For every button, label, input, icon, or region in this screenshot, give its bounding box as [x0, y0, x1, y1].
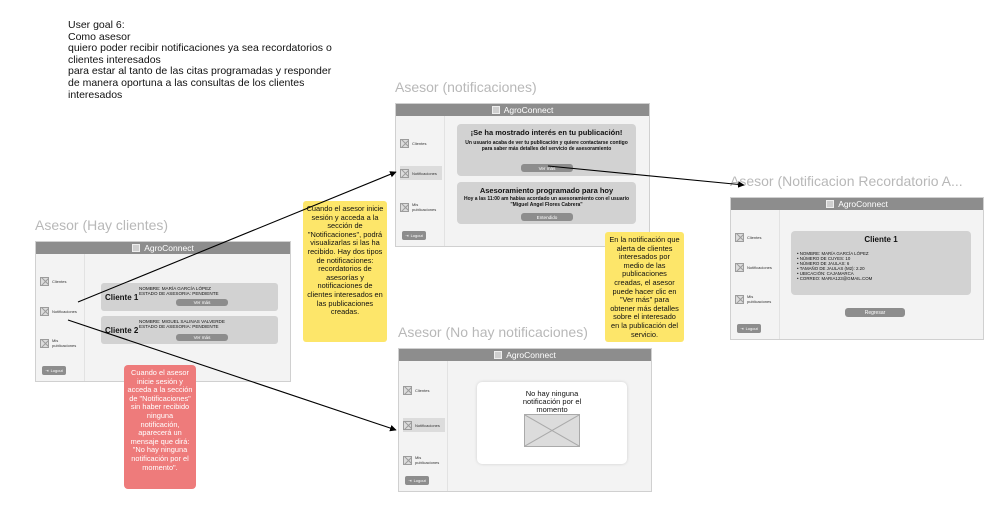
app-header: AgroConnect — [36, 242, 290, 254]
placeholder-image-icon — [400, 168, 409, 178]
placeholder-image-icon — [40, 338, 49, 348]
sidebar-item-publications[interactable]: Mis publicaciones — [403, 453, 445, 467]
sidebar-item-publications[interactable]: Mis publicaciones — [400, 200, 442, 214]
frame-title-recordatorio: Asesor (Notificacion Recordatorio A... — [730, 173, 963, 189]
app-header: AgroConnect — [396, 104, 649, 116]
sidebar: Clientes Notificaciones Mis publicacione… — [731, 210, 780, 339]
app-logo-icon — [491, 106, 500, 114]
notification-card-interest: ¡Se ha mostrado interés en tu publicació… — [457, 124, 636, 176]
app-name: AgroConnect — [144, 243, 194, 253]
user-goal-line: interesados — [68, 88, 123, 101]
annotation-note: En la notificación que alerta de cliente… — [605, 232, 684, 342]
logout-icon: ⇥ — [405, 233, 409, 238]
sidebar-item-publications[interactable]: Mis publicaciones — [735, 292, 777, 306]
see-more-button[interactable]: Ver más — [176, 334, 228, 341]
app-logo-icon — [494, 351, 503, 359]
sidebar: Clientes Notificaciones Mis publicacione… — [36, 254, 85, 381]
sidebar: Clientes Notificaciones Mis publicacione… — [399, 361, 448, 491]
client-status: ESTADO DE ASESORIA: PENDIENTE — [139, 291, 219, 297]
frame-title-notificaciones: Asesor (notificaciones) — [395, 79, 537, 95]
frame-no-hay: AgroConnect Clientes Notificaciones Mis … — [398, 348, 652, 492]
sidebar-item-publications[interactable]: Mis publicaciones — [40, 336, 82, 350]
client-status: ESTADO DE ASESORIA: PENDIENTE — [139, 324, 219, 330]
placeholder-image-icon — [40, 306, 49, 316]
frame-notificaciones: AgroConnect Clientes Notificaciones Mis … — [395, 103, 650, 247]
app-name: AgroConnect — [506, 350, 556, 360]
logout-button[interactable]: ⇥ Logout — [42, 366, 66, 375]
sidebar-item-clients[interactable]: Clientes — [403, 383, 445, 397]
sidebar: Clientes Notificaciones Mis publicacione… — [396, 116, 445, 246]
notification-body: Un usuario acaba de ver tu publicación y… — [465, 140, 628, 152]
annotation-note: Cuando el asesor inicie sesión y acceda … — [303, 201, 387, 342]
notification-card-reminder: Asesoramiento programado para hoy Hoy a … — [457, 182, 636, 224]
logout-button[interactable]: ⇥ Logout — [405, 476, 429, 485]
placeholder-image-icon — [735, 232, 744, 242]
back-button[interactable]: Regresar — [845, 308, 905, 317]
frame-title-hay-clientes: Asesor (Hay clientes) — [35, 217, 169, 233]
frame-recordatorio: AgroConnect Clientes Notificaciones Mis … — [730, 197, 984, 340]
client-label: Cliente 1 — [105, 293, 139, 302]
user-goal-line: de manera oportuna a las consultas de lo… — [68, 76, 305, 89]
placeholder-image-icon — [735, 294, 744, 304]
client-detail-title: Cliente 1 — [864, 235, 898, 244]
sidebar-item-notifications[interactable]: Notificaciones — [403, 418, 445, 432]
client-detail-item: • CORREO: MARIA123@GMAIL.COM — [797, 276, 873, 281]
user-goal: User goal 6: Como asesor quiero poder re… — [68, 19, 368, 101]
client-detail-list: • NOMBRE: MARÍA GARCÍA LÓPEZ • NÚMERO DE… — [797, 251, 872, 281]
notification-title: Asesoramiento programado para hoy — [479, 186, 614, 195]
understood-button[interactable]: Entendido — [521, 213, 573, 221]
sidebar-item-clients[interactable]: Clientes — [735, 230, 777, 244]
app-logo-icon — [826, 200, 835, 208]
empty-notifications-message: No hay ninguna notificación por el momen… — [522, 389, 582, 414]
placeholder-image-icon — [403, 385, 412, 395]
app-header: AgroConnect — [731, 198, 983, 210]
client-card: Cliente 2 NOMBRE: MIGUEL SALINAS VALVERD… — [101, 316, 278, 344]
sidebar-item-clients[interactable]: Clientes — [400, 136, 442, 150]
app-logo-icon — [132, 244, 141, 252]
client-card: Cliente 1 NOMBRE: MARÍA GARCÍA LÓPEZ EST… — [101, 283, 278, 311]
placeholder-image-icon — [403, 420, 412, 430]
logout-button[interactable]: ⇥ Logout — [402, 231, 426, 240]
app-name: AgroConnect — [838, 199, 888, 209]
frame-hay-clientes: AgroConnect Clientes Notificaciones Mis … — [35, 241, 291, 382]
logout-icon: ⇥ — [45, 368, 49, 373]
sidebar-item-notifications[interactable]: Notificaciones — [40, 304, 82, 318]
placeholder-image-icon — [735, 262, 744, 272]
notification-title: ¡Se ha mostrado interés en tu publicació… — [470, 128, 623, 137]
sidebar-item-notifications[interactable]: Notificaciones — [400, 166, 442, 180]
client-detail-card: Cliente 1 • NOMBRE: MARÍA GARCÍA LÓPEZ •… — [791, 231, 971, 295]
app-header: AgroConnect — [399, 349, 651, 361]
user-goal-line: User goal 6: — [68, 19, 125, 31]
placeholder-image-icon — [400, 138, 409, 148]
frame-title-no-hay: Asesor (No hay notificaciones) — [398, 324, 588, 340]
app-name: AgroConnect — [503, 105, 554, 115]
empty-notifications-card: No hay ninguna notificación por el momen… — [477, 382, 627, 464]
placeholder-image-icon — [403, 455, 412, 465]
sidebar-item-clients[interactable]: Clientes — [40, 274, 82, 288]
logout-icon: ⇥ — [408, 478, 412, 483]
placeholder-image — [524, 414, 580, 447]
notification-body: Hoy a las 11:00 am habías acordado un as… — [463, 196, 630, 208]
annotation-note-warning: Cuando el asesor inicie sesión y acceda … — [124, 365, 196, 489]
see-more-button[interactable]: Ver más — [176, 299, 228, 306]
placeholder-image-icon — [400, 202, 409, 212]
placeholder-image-icon — [525, 415, 579, 446]
sidebar-item-notifications[interactable]: Notificaciones — [735, 260, 777, 274]
client-label: Cliente 2 — [105, 326, 139, 335]
logout-button[interactable]: ⇥ Logout — [737, 324, 761, 333]
logout-icon: ⇥ — [740, 326, 744, 331]
placeholder-image-icon — [40, 276, 49, 286]
see-more-button[interactable]: Ver más — [521, 164, 573, 172]
